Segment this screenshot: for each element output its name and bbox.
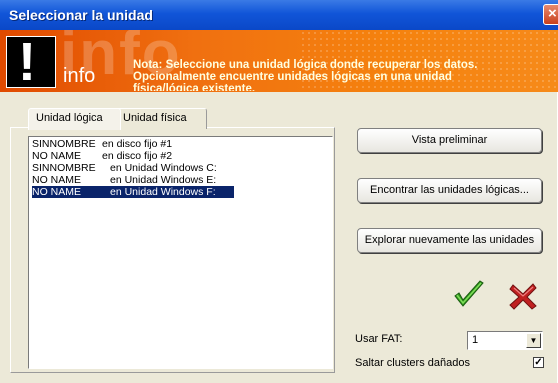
banner-note-line: Opcionalmente encuentre unidades lógicas… xyxy=(133,71,452,83)
dialog-window: Seleccionar la unidad × info ! info Nota… xyxy=(0,0,558,383)
close-icon: × xyxy=(548,5,557,22)
close-button[interactable]: × xyxy=(543,4,558,25)
drive-name: NO NAME xyxy=(32,174,82,186)
drive-location: en disco fijo #2 xyxy=(102,150,173,162)
drive-location: en disco fijo #1 xyxy=(102,138,173,150)
exclamation-icon: ! xyxy=(6,32,56,92)
skip-bad-clusters-label: Saltar clusters dañados xyxy=(355,357,470,369)
checkmark-icon[interactable] xyxy=(452,280,486,310)
tab-logical-drive[interactable]: Unidad lógica xyxy=(28,108,121,130)
banner-note-line: Nota: Seleccione una unidad lógica donde… xyxy=(133,59,478,71)
find-logical-drives-button[interactable]: Encontrar las unidades lógicas... xyxy=(357,178,542,203)
drive-name: SINNOMBRE xyxy=(32,162,96,174)
drive-list-item[interactable]: SINNOMBRE en disco fijo #1 xyxy=(32,138,234,150)
preview-button[interactable]: Vista preliminar xyxy=(357,128,542,153)
window-title: Seleccionar la unidad xyxy=(9,7,153,23)
drive-list-item[interactable]: NO NAME en Unidad Windows F: xyxy=(32,186,234,198)
rescan-drives-button[interactable]: Explorar nuevamente las unidades xyxy=(357,228,542,253)
drive-list[interactable]: SINNOMBRE en disco fijo #1 NO NAME en disco… xyxy=(28,136,333,369)
banner-info-label: info xyxy=(63,65,96,87)
banner-note: Nota: Seleccione una unidad lógica donde… xyxy=(133,59,553,91)
fat-select-value: 1 xyxy=(472,334,479,346)
chevron-down-icon[interactable]: ▼ xyxy=(526,333,541,348)
cross-icon[interactable] xyxy=(508,281,538,311)
info-banner: info ! info Nota: Seleccione una unidad … xyxy=(0,30,558,92)
drive-location: en Unidad Windows E: xyxy=(110,174,217,186)
drive-location: en Unidad Windows C: xyxy=(110,162,217,174)
drive-name: NO NAME xyxy=(32,186,82,198)
drive-list-item[interactable]: NO NAME en Unidad Windows E: xyxy=(32,174,234,186)
title-bar[interactable]: Seleccionar la unidad × xyxy=(0,0,558,30)
skip-bad-clusters-checkbox[interactable]: ✓ xyxy=(533,357,544,368)
drive-list-item[interactable]: NO NAME en disco fijo #2 xyxy=(32,150,234,162)
tab-physical-drive[interactable]: Unidad física xyxy=(115,108,207,129)
drive-name: NO NAME xyxy=(32,150,82,162)
drive-name: SINNOMBRE xyxy=(32,138,96,150)
drive-list-item[interactable]: SINNOMBRE en Unidad Windows C: xyxy=(32,162,234,174)
fat-select[interactable]: 1 ▼ xyxy=(467,331,543,350)
drive-location: en Unidad Windows F: xyxy=(110,186,216,198)
banner-note-line: física/lógica existente. xyxy=(133,83,256,91)
use-fat-label: Usar FAT: xyxy=(355,333,403,345)
